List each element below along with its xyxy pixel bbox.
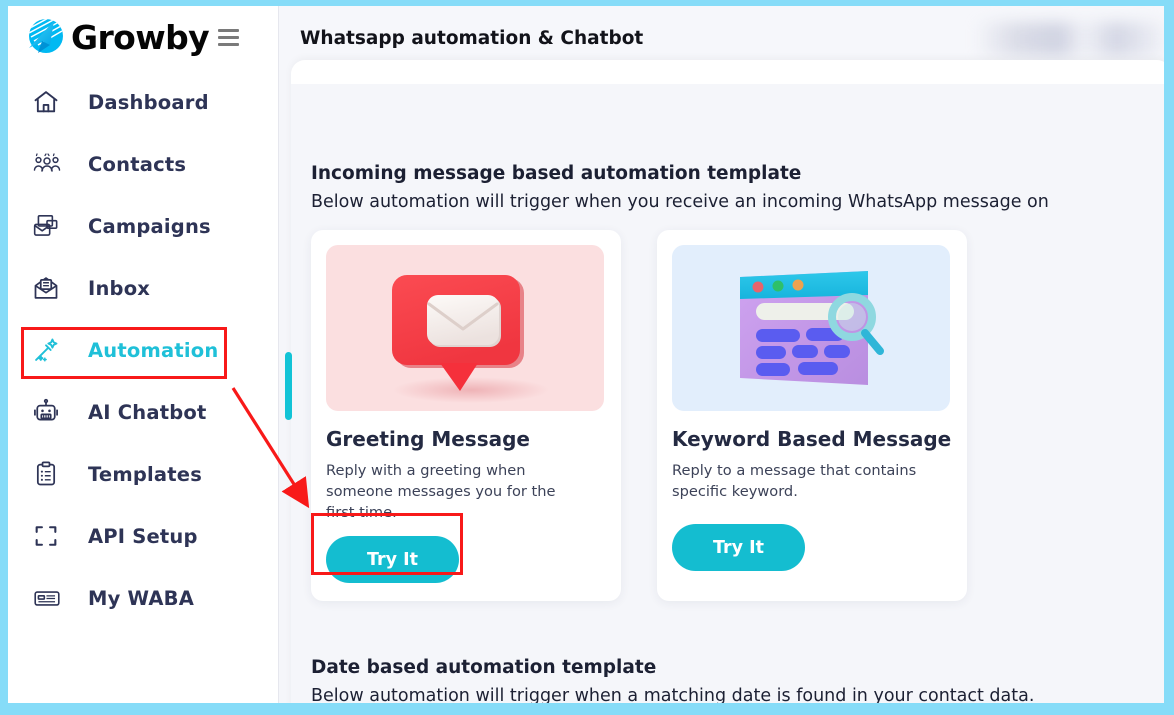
brand-name: Growby [71, 17, 210, 57]
sidebar-item-ai-chatbot[interactable]: AI Chatbot [8, 388, 279, 436]
mail-stack-icon [32, 211, 66, 241]
sidebar-item-api-setup[interactable]: API Setup [8, 512, 279, 560]
people-icon [32, 149, 66, 179]
magic-wand-icon [32, 335, 66, 365]
page-title: Whatsapp automation & Chatbot [300, 27, 644, 49]
sidebar-item-label: Inbox [88, 276, 151, 300]
sidebar-item-contacts[interactable]: Contacts [8, 140, 279, 188]
sidebar-item-label: My WABA [88, 586, 194, 610]
sidebar-item-label: Contacts [88, 152, 187, 176]
paper-plane-circle-logo [24, 15, 68, 59]
sidebar-item-campaigns[interactable]: Campaigns [8, 202, 279, 250]
home-icon [32, 87, 66, 117]
sidebar-item-label: Campaigns [88, 214, 211, 238]
inbox-icon [32, 273, 66, 303]
template-card-title: Greeting Message [326, 427, 530, 451]
screenshot-frame: Growby Dashboard Contacts Campaigns Inbo… [0, 0, 1174, 715]
red-chat-bubble-envelope-illustration [326, 245, 604, 411]
redacted-account-controls[interactable] [974, 22, 1164, 56]
brackets-icon [32, 521, 66, 551]
hamburger-menu-icon[interactable] [218, 28, 240, 46]
sidebar-item-inbox[interactable]: Inbox [8, 264, 279, 312]
section-title: Date based automation template [311, 657, 657, 678]
template-card-description: Reply to a message that contains specifi… [672, 462, 917, 501]
incoming-section-header: Incoming message based automation templa… [311, 160, 1049, 216]
content-inner: Incoming message based automation templa… [285, 84, 1164, 703]
sidebar-item-label: Automation [88, 338, 219, 362]
main-content: Whatsapp automation & Chatbot Incoming m… [279, 6, 1164, 703]
content-card: Incoming message based automation templa… [285, 60, 1164, 703]
template-card-keyword-based-message[interactable]: Keyword Based Message Reply to a message… [657, 230, 967, 602]
template-card-greeting-message[interactable]: Greeting Message Reply with a greeting w… [311, 230, 621, 602]
section-subtitle: Below automation will trigger when a mat… [311, 685, 1035, 703]
try-it-button-keyword-based-message[interactable]: Try It [672, 524, 805, 572]
brand-header[interactable]: Growby [8, 6, 279, 68]
section-subtitle: Below automation will trigger when you r… [311, 191, 1049, 212]
robot-icon [32, 397, 66, 427]
template-card-description: Reply with a greeting when someone messa… [326, 462, 556, 522]
sidebar-item-label: AI Chatbot [88, 400, 207, 424]
purple-browser-window-search-illustration [672, 245, 950, 411]
try-it-button-greeting-message[interactable]: Try It [326, 536, 459, 584]
date-section-header: Date based automation template Below aut… [311, 654, 1034, 703]
section-title: Incoming message based automation templa… [311, 163, 802, 184]
sidebar-item-templates[interactable]: Templates [8, 450, 279, 498]
sidebar-item-automation[interactable]: Automation [8, 326, 279, 374]
template-card-title: Keyword Based Message [672, 427, 952, 451]
vertical-scrollbar[interactable] [285, 352, 292, 420]
sidebar-item-label: Dashboard [88, 90, 209, 114]
id-card-icon [32, 583, 66, 613]
sidebar-item-dashboard[interactable]: Dashboard [8, 78, 279, 126]
clipboard-icon [32, 459, 66, 489]
sidebar-item-label: Templates [88, 462, 203, 486]
app-window: Growby Dashboard Contacts Campaigns Inbo… [8, 6, 1164, 703]
sidebar-item-my-waba[interactable]: My WABA [8, 574, 279, 622]
sidebar: Growby Dashboard Contacts Campaigns Inbo… [8, 6, 279, 703]
sidebar-nav: Dashboard Contacts Campaigns Inbox Autom… [8, 78, 279, 636]
template-card-row: Greeting Message Reply with a greeting w… [311, 230, 967, 602]
sidebar-item-label: API Setup [88, 524, 198, 548]
